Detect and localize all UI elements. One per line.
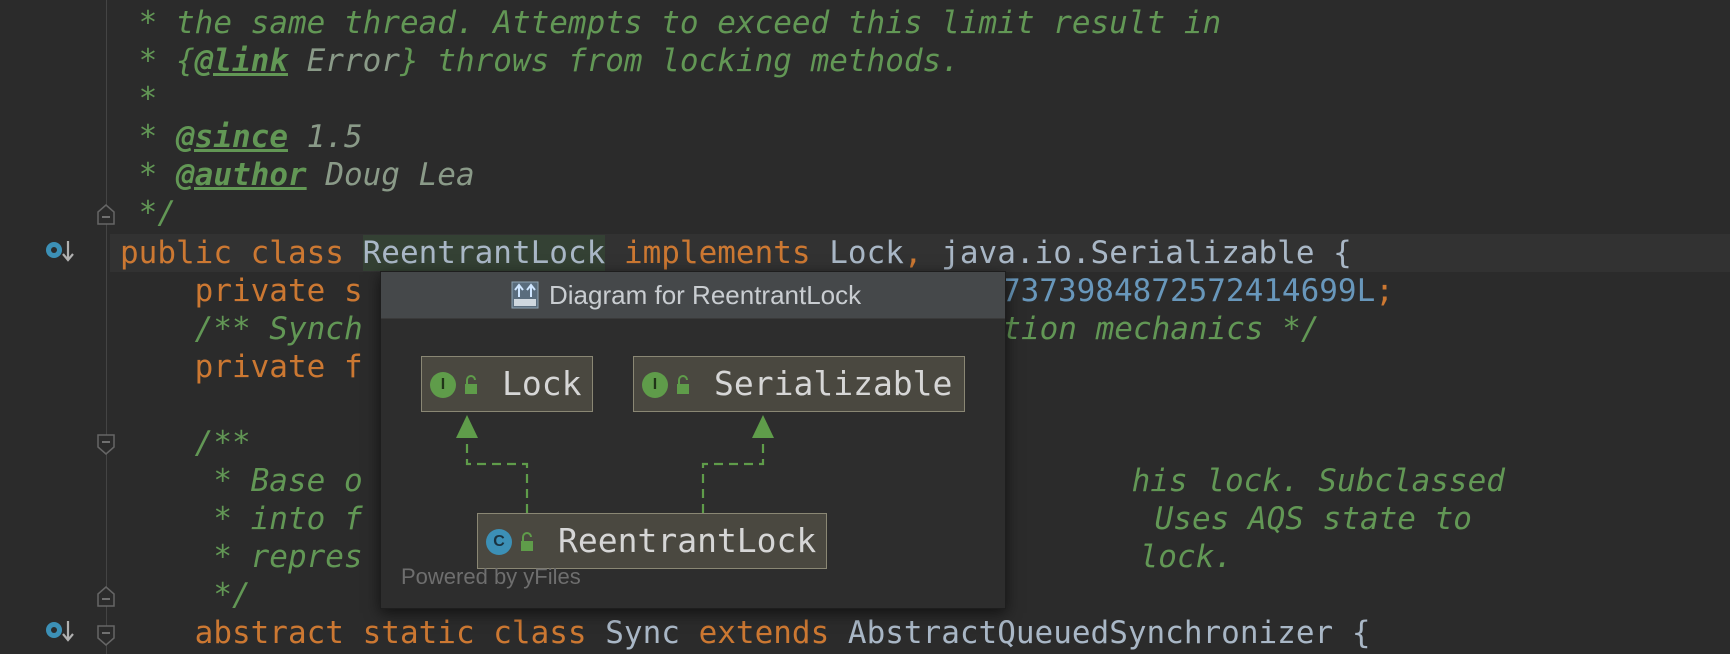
node-label-serializable: Serializable [714,364,953,403]
fold-start-icon[interactable] [96,625,116,647]
javadoc-link-tag: @link [194,43,288,79]
javadoc-since-tag: @since [176,119,288,155]
javadoc-author-tag: @author [176,157,307,193]
code-line-class-declaration[interactable]: public class ReentrantLock implements Lo… [120,234,1352,272]
diagram-popup[interactable]: Diagram for ReentrantLock I Lock I Seria… [380,271,1006,609]
code-line-1[interactable]: * the same thread. Attempts to exceed th… [120,4,1222,42]
public-lock-icon [465,375,477,394]
code-line-3[interactable]: * [120,80,158,118]
gutter-divider [106,0,107,654]
public-lock-icon [677,375,689,394]
fold-end-icon[interactable] [96,203,116,225]
code-line-sync-declaration[interactable]: abstract static class Sync extends Abstr… [120,614,1371,652]
edge-arrowhead-serializable [752,415,774,438]
code-line-11[interactable]: /** [120,424,251,462]
code-line-4[interactable]: * @since 1.5 [120,118,363,156]
fold-start-icon[interactable] [96,434,116,456]
implementing-methods-gutter-icon[interactable] [44,237,74,267]
interface-icon: I [642,372,668,398]
powered-by-label: Powered by yFiles [401,564,581,589]
subclass-gutter-icon[interactable] [44,617,74,647]
class-name-reentrantlock[interactable]: ReentrantLock [362,235,606,271]
public-lock-icon [521,532,533,551]
code-line-10[interactable]: private f [120,348,363,386]
node-reentrantlock[interactable]: C ReentrantLock [477,513,827,569]
interface-icon: I [430,372,456,398]
code-line-15[interactable]: */ [120,576,250,614]
code-line-2[interactable]: * {@link Error} throws from locking meth… [120,42,960,80]
editor-gutter [0,0,110,654]
fold-end-icon[interactable] [96,585,116,607]
edge-arrowhead-lock [456,415,478,438]
node-serializable[interactable]: I Serializable [633,356,965,412]
node-label-lock: Lock [502,364,582,403]
class-icon: C [486,529,512,555]
node-label-reentrantlock: ReentrantLock [558,521,817,560]
code-line-6[interactable]: */ [120,194,176,232]
code-line-5[interactable]: * @author Doug Lea [120,156,475,194]
node-lock[interactable]: I Lock [421,356,593,412]
